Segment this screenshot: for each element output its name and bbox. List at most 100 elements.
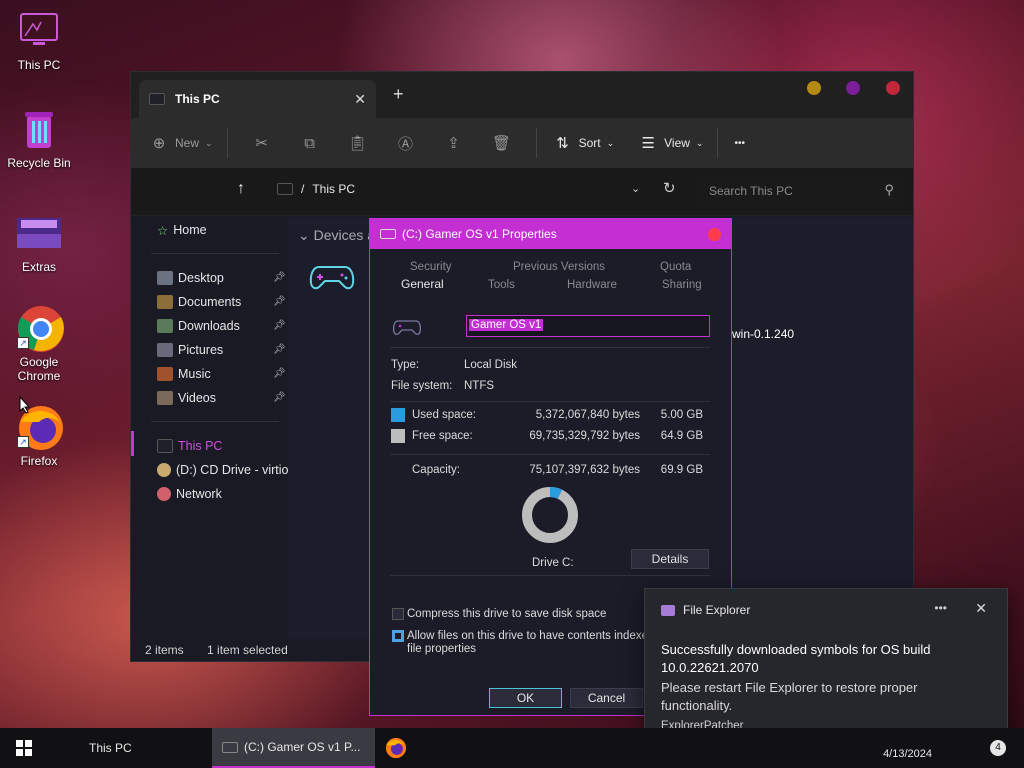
title-bar: This PC ✕ + — [131, 72, 913, 118]
taskbar-item-this-pc[interactable]: This PC — [56, 728, 211, 768]
desktop-icon-recycle-bin[interactable]: Recycle Bin — [1, 108, 77, 170]
chevron-down-icon[interactable]: ⌄ — [631, 182, 640, 195]
sidebar-item-documents[interactable]: Documents — [157, 292, 241, 312]
index-label-line1: Allow files on this drive to have conten… — [407, 630, 667, 642]
sidebar-item-this-pc[interactable]: This PC — [157, 436, 222, 456]
chevron-down-icon: ⌄ — [606, 137, 615, 148]
tab-hardware[interactable]: Hardware — [567, 279, 617, 291]
more-options-icon[interactable]: ••• — [734, 138, 745, 149]
details-button[interactable]: Details — [631, 549, 709, 569]
downloads-folder-icon — [157, 319, 173, 333]
more-options-icon[interactable]: ••• — [934, 601, 947, 615]
desktop-icon-chrome[interactable]: ↗ Google Chrome — [1, 305, 77, 383]
free-space-bytes: 69,735,329,792 bytes — [529, 430, 640, 442]
cd-drive-label-partial[interactable]: win-0.1.240 — [732, 327, 794, 341]
used-space-label: Used space: — [412, 409, 476, 421]
pin-icon[interactable]: 📌︎ — [273, 344, 286, 355]
toast-body: Please restart File Explorer to restore … — [661, 680, 918, 713]
tab-previous-versions[interactable]: Previous Versions — [513, 261, 605, 273]
type-value: Local Disk — [464, 359, 518, 371]
pin-icon[interactable]: 📌︎ — [273, 368, 286, 379]
pc-icon — [222, 741, 238, 753]
shortcut-arrow-icon: ↗ — [17, 436, 29, 448]
tab-title: This PC — [175, 92, 220, 106]
desktop-icon-firefox[interactable]: ↗ Firefox — [1, 404, 77, 468]
close-icon[interactable]: ✕ — [975, 600, 987, 617]
free-space-swatch — [391, 429, 405, 443]
sort-button[interactable]: ⇅ Sort ⌄ — [553, 133, 615, 153]
tab-general[interactable]: General — [401, 277, 444, 291]
notification-badge[interactable]: 4 — [990, 740, 1006, 756]
desktop-icon-this-pc[interactable]: This PC — [1, 10, 77, 72]
rename-icon[interactable]: Ⓐ — [396, 133, 416, 153]
tab-close-icon[interactable]: ✕ — [354, 91, 366, 108]
sidebar-item-desktop[interactable]: Desktop — [157, 268, 224, 288]
start-button[interactable] — [16, 740, 32, 756]
close-button[interactable] — [886, 81, 900, 95]
search-input[interactable]: Search This PC ⚲ — [696, 176, 906, 206]
new-button[interactable]: ⊕ New ⌄ — [149, 133, 213, 153]
item-count: 2 items — [145, 643, 184, 657]
firefox-taskbar-icon[interactable] — [385, 737, 407, 762]
pc-icon — [277, 183, 293, 195]
view-button[interactable]: ☰ View ⌄ — [638, 133, 703, 153]
sidebar-item-network[interactable]: Network — [157, 484, 222, 504]
dialog-close-button[interactable] — [708, 228, 721, 241]
tab-this-pc[interactable]: This PC ✕ — [139, 80, 376, 118]
tab-security[interactable]: Security — [410, 261, 452, 273]
gamepad-drive-icon[interactable] — [309, 259, 355, 296]
breadcrumb[interactable]: / This PC — [277, 182, 355, 196]
up-arrow-icon[interactable]: ↑ — [237, 180, 245, 198]
sidebar-item-music[interactable]: Music — [157, 364, 211, 384]
sidebar-item-videos[interactable]: Videos — [157, 388, 216, 408]
pin-icon[interactable]: 📌︎ — [273, 272, 286, 283]
windows-logo-icon — [25, 749, 32, 756]
search-icon: ⚲ — [884, 182, 894, 197]
index-checkbox[interactable] — [392, 630, 404, 642]
refresh-icon[interactable]: ↻ — [663, 179, 676, 197]
navigation-pane: ☆ Home Desktop 📌︎ Documents 📌︎ Downloads… — [131, 217, 293, 640]
divider — [151, 253, 279, 254]
breadcrumb-this-pc[interactable]: This PC — [312, 182, 355, 196]
cut-icon[interactable]: ✂ — [252, 133, 272, 153]
sidebar-item-downloads[interactable]: Downloads — [157, 316, 240, 336]
drive-name-input[interactable]: Gamer OS v1 — [466, 315, 710, 337]
pc-icon — [157, 439, 173, 453]
chevron-down-icon: ⌄ — [298, 227, 310, 243]
toast-heading: Successfully downloaded symbols for OS b… — [661, 642, 931, 675]
sidebar-item-pictures[interactable]: Pictures — [157, 340, 223, 360]
pin-icon[interactable]: 📌︎ — [273, 392, 286, 403]
sidebar-item-home[interactable]: ☆ Home — [157, 220, 207, 240]
tab-sharing[interactable]: Sharing — [662, 279, 702, 291]
cancel-button[interactable]: Cancel — [570, 688, 643, 708]
pc-icon — [149, 93, 165, 105]
ok-button[interactable]: OK — [489, 688, 562, 708]
sidebar-item-label: (D:) CD Drive - virtio- — [176, 463, 293, 477]
capacity-gb: 69.9 GB — [660, 464, 703, 476]
breadcrumb-separator: / — [301, 182, 305, 196]
tab-tools[interactable]: Tools — [488, 279, 515, 291]
desktop-icon-extras[interactable]: Extras — [1, 212, 77, 274]
copy-icon[interactable]: ⧉ — [300, 133, 320, 153]
pin-icon[interactable]: 📌︎ — [273, 296, 286, 307]
delete-icon[interactable]: 🗑︎ — [492, 133, 512, 153]
type-label: Type: — [391, 359, 420, 371]
drive-name-value: Gamer OS v1 — [469, 319, 544, 331]
compress-checkbox[interactable] — [392, 608, 404, 620]
pin-icon[interactable]: 📌︎ — [273, 320, 286, 331]
maximize-button[interactable] — [846, 81, 860, 95]
taskbar-item-properties[interactable]: (C:) Gamer OS v1 P... — [212, 728, 375, 768]
new-tab-button[interactable]: + — [393, 84, 404, 105]
extras-image-icon — [17, 212, 61, 256]
used-space-gb: 5.00 GB — [660, 409, 703, 421]
minimize-button[interactable] — [807, 81, 821, 95]
group-header-label: Devices a — [313, 227, 376, 243]
system-date[interactable]: 4/13/2024 — [883, 748, 932, 760]
group-header[interactable]: ⌄ Devices a — [298, 227, 375, 244]
sidebar-item-cd-drive[interactable]: (D:) CD Drive - virtio- — [157, 460, 293, 480]
paste-icon[interactable]: 📋︎ — [348, 133, 368, 153]
share-icon[interactable]: ⇪ — [444, 133, 464, 153]
network-icon — [157, 487, 171, 501]
drive-icon — [380, 229, 396, 239]
tab-quota[interactable]: Quota — [660, 261, 691, 273]
